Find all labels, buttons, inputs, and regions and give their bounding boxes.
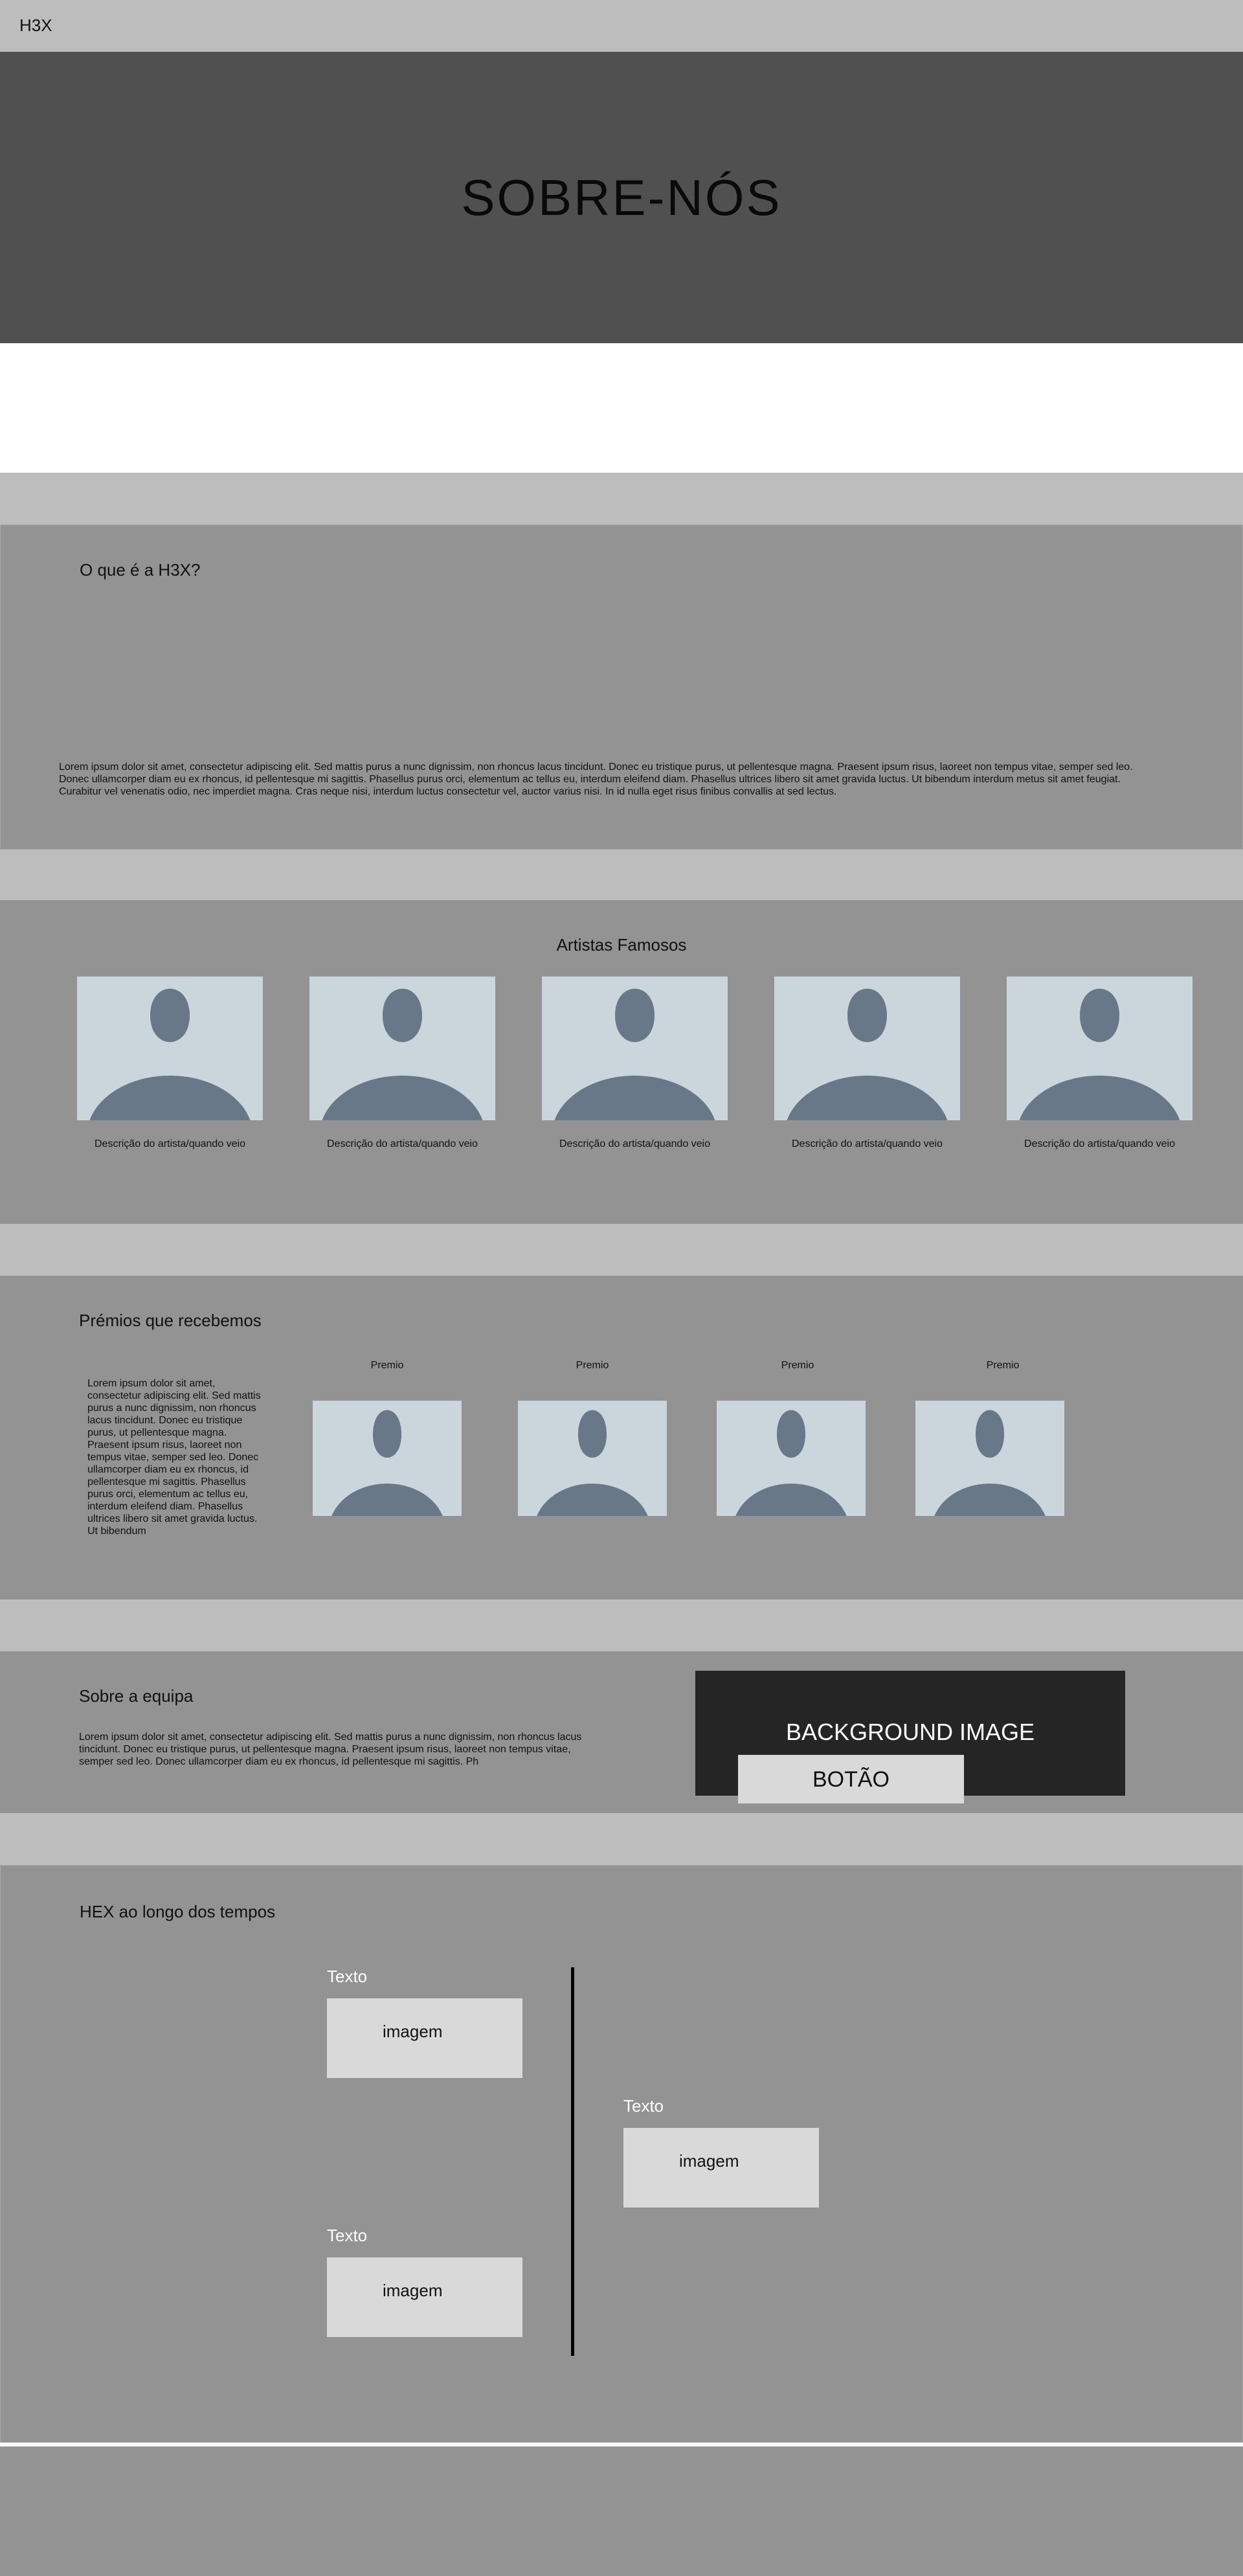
logo[interactable]: H3X bbox=[19, 16, 52, 36]
artist-photo bbox=[774, 977, 960, 1120]
artist-caption: Descrição do artista/quando veio bbox=[559, 1138, 711, 1149]
timeline-image-label: imagem bbox=[383, 2281, 443, 2300]
artist-caption: Descrição do artista/quando veio bbox=[94, 1138, 246, 1149]
about-panel: O que é a H3X? Lorem ipsum dolor sit ame… bbox=[0, 525, 1243, 850]
about-text: Lorem ipsum dolor sit amet, consectetur … bbox=[59, 762, 1133, 797]
footer bbox=[0, 2446, 1243, 2576]
about-heading: O que é a H3X? bbox=[80, 560, 201, 580]
team-text: Lorem ipsum dolor sit amet, consectetur … bbox=[79, 1732, 582, 1767]
team-button[interactable]: BOTÃO bbox=[738, 1755, 964, 1803]
hero-banner: SOBRE-NÓS bbox=[0, 52, 1243, 343]
award-label: Premio bbox=[370, 1360, 404, 1371]
timeline-image-box: imagem bbox=[623, 2128, 819, 2208]
team-heading: Sobre a equipa bbox=[79, 1686, 194, 1706]
timeline-image-label: imagem bbox=[383, 2022, 443, 2041]
timeline-line bbox=[571, 1967, 574, 2356]
timeline-item-title: Texto bbox=[327, 2226, 368, 2245]
timeline-item-title: Texto bbox=[623, 2096, 664, 2116]
awards-panel: Prémios que recebemos Lorem ipsum dolor … bbox=[0, 1276, 1243, 1599]
artists-panel: Artistas Famosos Descrição do artista/qu… bbox=[0, 900, 1243, 1224]
artists-heading: Artistas Famosos bbox=[556, 935, 687, 955]
team-button-label: BOTÃO bbox=[812, 1767, 890, 1792]
timeline-image-box: imagem bbox=[327, 2257, 522, 2337]
artist-photo bbox=[542, 977, 728, 1120]
hero-title: SOBRE-NÓS bbox=[461, 169, 782, 226]
artist-caption: Descrição do artista/quando veio bbox=[326, 1138, 478, 1149]
timeline-section bbox=[0, 1813, 1243, 1865]
top-header: H3X bbox=[0, 0, 1243, 52]
award-image bbox=[915, 1401, 1064, 1516]
team-panel: Sobre a equipa Lorem ipsum dolor sit ame… bbox=[0, 1651, 1243, 1813]
timeline-image-label: imagem bbox=[679, 2151, 739, 2171]
timeline-image-box: imagem bbox=[327, 1998, 522, 2078]
artist-caption: Descrição do artista/quando veio bbox=[791, 1138, 943, 1149]
award-label: Premio bbox=[781, 1360, 814, 1371]
timeline-panel: HEX ao longo dos tempos Texto imagem Tex… bbox=[0, 1865, 1243, 2443]
awards-text: Lorem ipsum dolor sit amet, consectetur … bbox=[87, 1378, 261, 1537]
timeline-heading: HEX ao longo dos tempos bbox=[80, 1902, 276, 1921]
award-image bbox=[313, 1401, 462, 1516]
background-image-label: BACKGROUND IMAGE bbox=[785, 1719, 1035, 1745]
artist-caption: Descrição do artista/quando veio bbox=[1024, 1138, 1176, 1149]
award-label: Premio bbox=[986, 1360, 1020, 1371]
award-image bbox=[518, 1401, 667, 1516]
timeline-item-title: Texto bbox=[327, 1967, 368, 1986]
award-label: Premio bbox=[576, 1360, 609, 1371]
awards-heading: Prémios que recebemos bbox=[79, 1311, 262, 1330]
artist-photo bbox=[1007, 977, 1193, 1120]
artist-photo bbox=[309, 977, 495, 1120]
artist-photo bbox=[77, 977, 263, 1120]
award-image bbox=[717, 1401, 866, 1516]
